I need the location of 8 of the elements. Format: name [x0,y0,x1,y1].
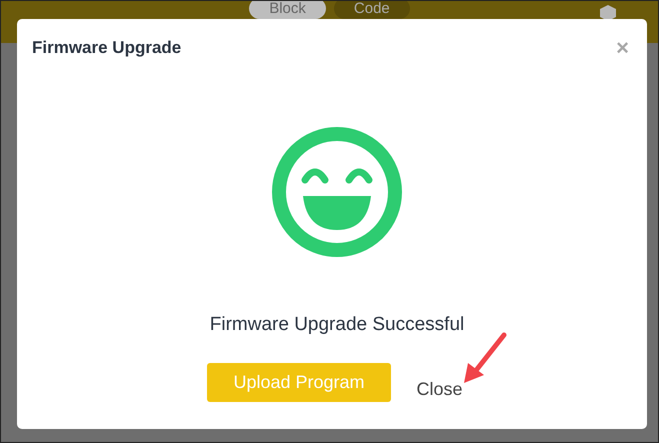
mode-tab[interactable]: Block [249,1,326,19]
dialog-title: Firmware Upgrade [32,38,182,58]
smiley-icon [271,126,403,258]
success-message: Firmware Upgrade Successful [210,314,464,336]
mode-tab[interactable]: Code [334,1,410,19]
upload-button[interactable]: Upload Program [207,363,391,402]
close-button[interactable]: × [612,35,633,61]
close-link[interactable]: Close [412,370,467,409]
